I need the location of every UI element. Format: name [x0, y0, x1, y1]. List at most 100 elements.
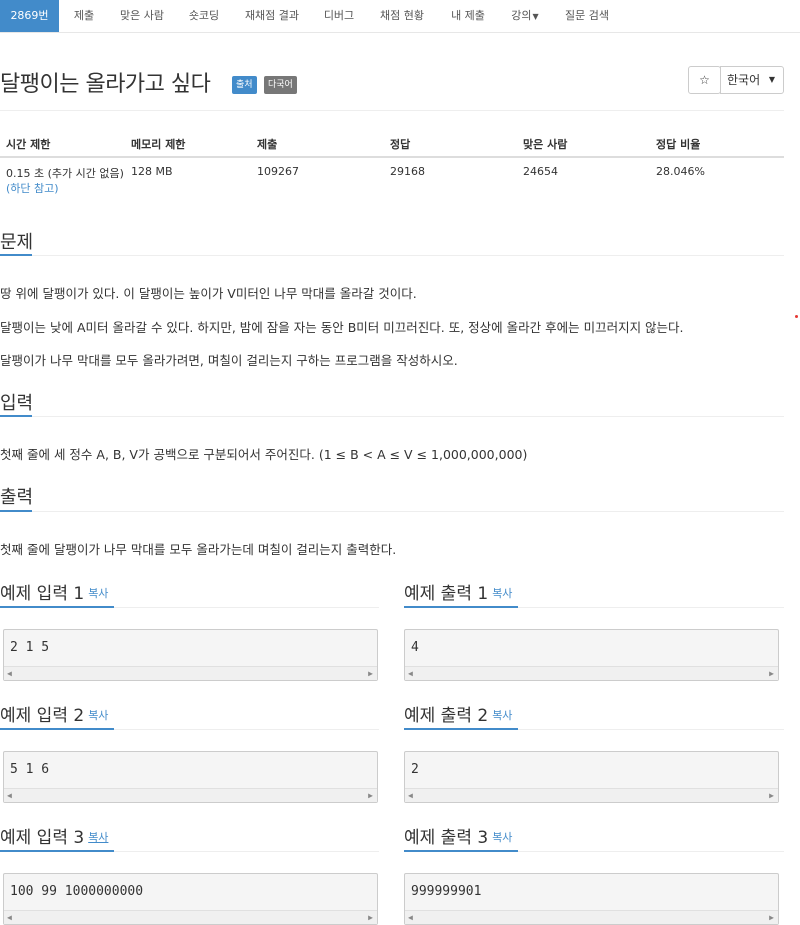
sample-output-2-value: 2 [411, 762, 419, 777]
caret-down-icon: ▼ [532, 12, 539, 21]
nav-solved-users[interactable]: 맞은 사람 [109, 0, 175, 32]
accepted-value: 29168 [390, 165, 425, 178]
nav-judge-status[interactable]: 채점 현황 [367, 0, 437, 32]
memory-limit-value: 128 MB [131, 165, 173, 178]
sample-output-3-title: 예제 출력 3 복사 [404, 823, 512, 848]
sample-output-1-box[interactable]: 4 ◀ ▶ [404, 629, 779, 681]
scroll-left-icon[interactable]: ◀ [408, 667, 413, 680]
header-solved-users: 맞은 사람 [523, 138, 568, 151]
header-accept-ratio: 정답 비율 [656, 138, 701, 151]
copy-button[interactable]: 복사 [88, 709, 108, 722]
scroll-left-icon[interactable]: ◀ [408, 911, 413, 924]
section-divider [0, 511, 784, 512]
top-nav: 2869번 제출 맞은 사람 숏코딩 재채점 결과 디버그 채점 현황 내 제출… [0, 0, 800, 33]
caret-down-icon: ▼ [768, 75, 775, 84]
sample-underline [0, 850, 114, 852]
solved-users-value: 24654 [523, 165, 558, 178]
sample-underline [404, 728, 518, 730]
problem-line-1: 땅 위에 달팽이가 있다. 이 달팽이는 높이가 V미터인 나무 막대를 올라갈… [0, 286, 417, 301]
problem-line-2: 달팽이는 낮에 A미터 올라갈 수 있다. 하지만, 밤에 잠을 자는 동안 B… [0, 320, 684, 335]
sample-output-2-title: 예제 출력 2 복사 [404, 701, 512, 726]
section-problem-title: 문제 [0, 232, 34, 253]
header-memory-limit: 메모리 제한 [131, 138, 186, 151]
time-limit-value: 0.15 초 (추가 시간 없음) [6, 167, 124, 180]
copy-button[interactable]: 복사 [492, 709, 512, 722]
nav-debug[interactable]: 디버그 [311, 0, 367, 32]
sample-underline [404, 850, 518, 852]
sample-input-3-title: 예제 입력 3 복사 [0, 823, 108, 848]
horizontal-scrollbar[interactable]: ◀ ▶ [4, 788, 377, 802]
sample-input-1-title: 예제 입력 1 복사 [0, 579, 108, 604]
table-header-divider [0, 156, 784, 158]
sample-underline [0, 728, 114, 730]
sample-underline [0, 606, 114, 608]
sample-output-1-value: 4 [411, 640, 419, 655]
header-submissions: 제출 [257, 138, 278, 151]
copy-button[interactable]: 복사 [88, 831, 108, 844]
sample-input-2-box[interactable]: 5 1 6 ◀ ▶ [3, 751, 378, 803]
output-description: 첫째 줄에 달팽이가 나무 막대를 모두 올라가는데 며칠이 걸리는지 출력한다… [0, 542, 397, 557]
copy-button[interactable]: 복사 [492, 831, 512, 844]
sample-output-3-value: 999999901 [411, 884, 482, 899]
sample-input-3-value: 100 99 1000000000 [10, 884, 144, 899]
scroll-right-icon[interactable]: ▶ [769, 789, 774, 802]
scroll-right-icon[interactable]: ▶ [368, 667, 373, 680]
section-input-title: 입력 [0, 393, 34, 414]
scroll-right-icon[interactable]: ▶ [769, 667, 774, 680]
copy-button[interactable]: 복사 [492, 587, 512, 600]
scroll-left-icon[interactable]: ◀ [408, 789, 413, 802]
time-limit-note-link[interactable]: (하단 참고) [6, 180, 59, 196]
scroll-left-icon[interactable]: ◀ [7, 667, 12, 680]
language-dropdown[interactable]: 한국어 ▼ [720, 66, 784, 94]
nav-problem-number[interactable]: 2869번 [0, 0, 59, 32]
sample-output-2-box[interactable]: 2 ◀ ▶ [404, 751, 779, 803]
sample-output-1-title: 예제 출력 1 복사 [404, 579, 512, 604]
sample-output-1-label: 예제 출력 1 [404, 584, 489, 604]
horizontal-scrollbar[interactable]: ◀ ▶ [4, 666, 377, 680]
title-divider [0, 110, 784, 111]
header-accepted: 정답 [390, 138, 411, 151]
sample-input-2-value: 5 1 6 [10, 762, 50, 777]
sample-input-1-value: 2 1 5 [10, 640, 50, 655]
problem-line-3: 달팽이가 나무 막대를 모두 올라가려면, 며칠이 걸리는지 구하는 프로그램을… [0, 353, 458, 368]
sample-input-1-label: 예제 입력 1 [0, 584, 85, 604]
nav-lectures[interactable]: 강의▼ [499, 0, 551, 32]
scroll-right-icon[interactable]: ▶ [769, 911, 774, 924]
nav-submit[interactable]: 제출 [59, 0, 109, 32]
section-underline [0, 415, 32, 417]
sample-input-1-box[interactable]: 2 1 5 ◀ ▶ [3, 629, 378, 681]
accept-ratio-value: 28.046% [656, 165, 705, 178]
language-label: 한국어 [727, 73, 761, 87]
nav-rejudge-results[interactable]: 재채점 결과 [233, 0, 311, 32]
sample-output-2-label: 예제 출력 2 [404, 706, 489, 726]
nav-my-submissions[interactable]: 내 제출 [437, 0, 499, 32]
section-underline [0, 254, 32, 256]
multilingual-label: 다국어 [264, 76, 297, 94]
horizontal-scrollbar[interactable]: ◀ ▶ [405, 666, 778, 680]
copy-button[interactable]: 복사 [88, 587, 108, 600]
sample-input-3-box[interactable]: 100 99 1000000000 ◀ ▶ [3, 873, 378, 925]
sample-output-3-label: 예제 출력 3 [404, 828, 489, 848]
sample-underline [404, 606, 518, 608]
section-output-title: 출력 [0, 487, 34, 508]
section-divider [0, 416, 784, 417]
horizontal-scrollbar[interactable]: ◀ ▶ [4, 910, 377, 924]
favorite-star-button[interactable]: ☆ [688, 66, 721, 94]
nav-question-search[interactable]: 질문 검색 [551, 0, 623, 32]
nav-lectures-label: 강의 [511, 9, 532, 22]
nav-short-coding[interactable]: 숏코딩 [175, 0, 233, 32]
input-description: 첫째 줄에 세 정수 A, B, V가 공백으로 구분되어서 주어진다. (1 … [0, 447, 528, 462]
scroll-right-icon[interactable]: ▶ [368, 911, 373, 924]
star-icon: ☆ [699, 73, 710, 87]
sample-output-3-box[interactable]: 999999901 ◀ ▶ [404, 873, 779, 925]
submissions-value: 109267 [257, 165, 299, 178]
scroll-left-icon[interactable]: ◀ [7, 789, 12, 802]
scroll-left-icon[interactable]: ◀ [7, 911, 12, 924]
horizontal-scrollbar[interactable]: ◀ ▶ [405, 910, 778, 924]
horizontal-scrollbar[interactable]: ◀ ▶ [405, 788, 778, 802]
page-title: 달팽이는 올라가고 싶다 [0, 72, 211, 97]
section-underline [0, 510, 32, 512]
source-label[interactable]: 출처 [232, 76, 257, 94]
scroll-right-icon[interactable]: ▶ [368, 789, 373, 802]
sample-input-2-label: 예제 입력 2 [0, 706, 85, 726]
